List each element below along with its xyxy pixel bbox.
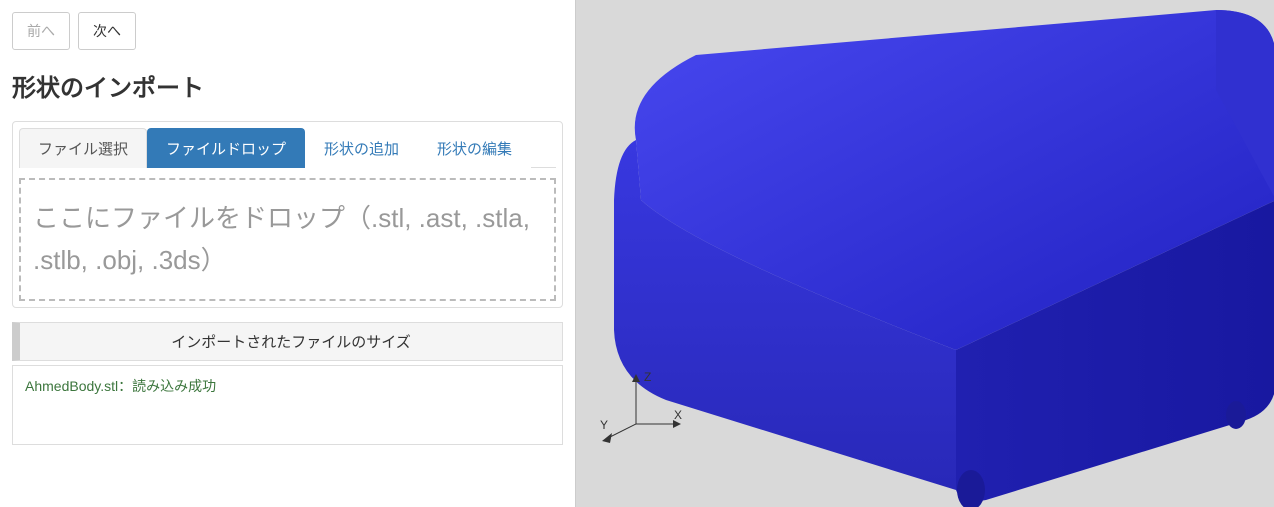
axis-icon: Z X Y xyxy=(596,369,686,449)
tabs: ファイル選択 ファイルドロップ 形状の追加 形状の編集 xyxy=(19,128,556,168)
import-box: ファイル選択 ファイルドロップ 形状の追加 形状の編集 ここにファイルをドロップ… xyxy=(12,121,563,308)
tab-add-shape[interactable]: 形状の追加 xyxy=(305,128,418,168)
import-status-text: AhmedBody.stl：読み込み成功 xyxy=(25,376,550,396)
axis-y-label: Y xyxy=(600,418,608,432)
prev-button[interactable]: 前へ xyxy=(12,12,70,50)
next-button[interactable]: 次へ xyxy=(78,12,136,50)
axis-x-label: X xyxy=(674,408,682,422)
file-drop-zone[interactable]: ここにファイルをドロップ（.stl, .ast, .stla, .stlb, .… xyxy=(19,178,556,301)
tab-file-select[interactable]: ファイル選択 xyxy=(19,128,147,168)
import-status-box: AhmedBody.stl：読み込み成功 xyxy=(12,365,563,445)
page-title: 形状のインポート xyxy=(12,68,563,103)
axis-indicator: Z X Y xyxy=(596,369,686,452)
tab-edit-shape[interactable]: 形状の編集 xyxy=(418,128,531,168)
model-leg xyxy=(1226,401,1246,429)
left-panel: 前へ 次へ 形状のインポート ファイル選択 ファイルドロップ 形状の追加 形状の… xyxy=(0,0,576,507)
viewport-panel[interactable]: Z X Y xyxy=(576,0,1274,507)
tab-file-drop[interactable]: ファイルドロップ xyxy=(147,128,305,168)
nav-buttons: 前へ 次へ xyxy=(12,12,563,50)
imported-size-header: インポートされたファイルのサイズ xyxy=(12,322,563,361)
axis-z-label: Z xyxy=(644,370,651,384)
